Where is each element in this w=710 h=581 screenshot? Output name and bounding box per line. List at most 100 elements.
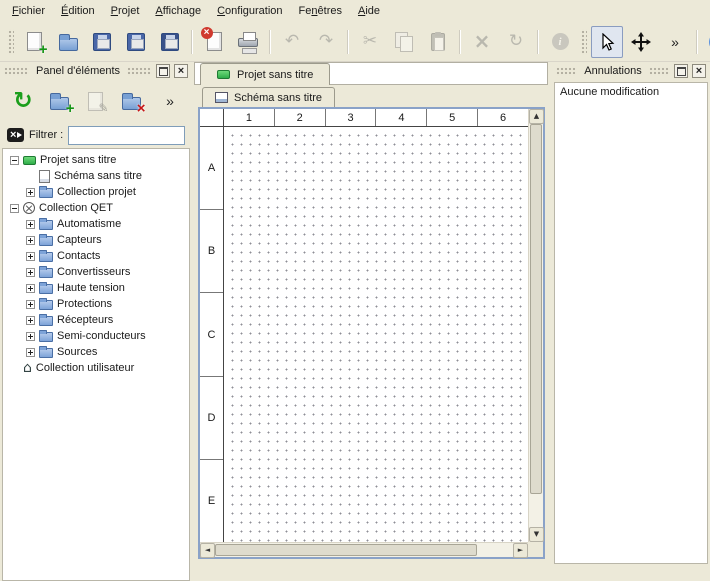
vertical-scrollbar[interactable]	[528, 109, 543, 542]
schema-tab-label: Schéma sans titre	[234, 92, 322, 104]
elements-panel: Panel d'éléments » Filtrer : Projet sans	[0, 62, 192, 581]
select-tool-button[interactable]	[591, 26, 623, 58]
collapse-expander-icon[interactable]	[10, 156, 19, 165]
close-panel-button[interactable]	[174, 64, 188, 78]
expand-expander-icon[interactable]	[26, 252, 35, 261]
reload-collections-button[interactable]	[5, 83, 41, 119]
tree-item-haute-tension[interactable]: Haute tension	[3, 280, 189, 296]
expand-expander-icon[interactable]	[26, 268, 35, 277]
close-file-button[interactable]	[198, 26, 230, 58]
tree-item-recepteurs[interactable]: Récepteurs	[3, 312, 189, 328]
tree-item-semi-conducteurs[interactable]: Semi-conducteurs	[3, 328, 189, 344]
expand-expander-icon[interactable]	[26, 316, 35, 325]
scroll-right-button[interactable]	[513, 543, 528, 558]
scroll-down-button[interactable]	[529, 527, 544, 542]
tree-item-label: Protections	[57, 298, 112, 310]
dock-grip[interactable]	[127, 67, 152, 76]
expand-expander-icon[interactable]	[26, 188, 35, 197]
project-tab-label: Projet sans titre	[237, 69, 313, 81]
tree-item-automatisme[interactable]: Automatisme	[3, 216, 189, 232]
collapse-expander-icon[interactable]	[10, 204, 19, 213]
tree-item-projet-sans-titre[interactable]: Projet sans titre	[3, 152, 189, 168]
expand-expander-icon[interactable]	[26, 348, 35, 357]
vertical-scrollbar-thumb[interactable]	[530, 124, 542, 494]
undo-button[interactable]	[276, 26, 308, 58]
folder-icon	[39, 316, 53, 326]
float-panel-button[interactable]	[156, 64, 170, 78]
rotate-button[interactable]	[500, 26, 532, 58]
dock-grip[interactable]	[649, 67, 670, 76]
toolbar-overflow-button[interactable]: »	[659, 26, 691, 58]
expand-expander-icon[interactable]	[26, 236, 35, 245]
about-info-button[interactable]	[703, 26, 710, 58]
save-button[interactable]	[86, 26, 118, 58]
horizontal-scrollbar-thumb[interactable]	[215, 544, 477, 556]
tree-item-collection-utilisateur[interactable]: Collection utilisateur	[3, 360, 189, 376]
toolbar-grip-handle[interactable]	[580, 29, 587, 55]
float-panel-button[interactable]	[674, 64, 688, 78]
redo-button[interactable]	[310, 26, 342, 58]
delete-category-button[interactable]	[113, 83, 149, 119]
menu-fenetres[interactable]: Fenêtres	[291, 1, 350, 21]
expand-expander-icon[interactable]	[26, 300, 35, 309]
folder-icon	[39, 348, 53, 358]
save-all-button[interactable]	[154, 26, 186, 58]
elements-panel-titlebar[interactable]: Panel d'éléments	[0, 62, 192, 80]
undo-panel-titlebar[interactable]: Annulations	[552, 62, 710, 80]
menu-projet[interactable]: Projet	[103, 1, 148, 21]
save-as-button[interactable]	[120, 26, 152, 58]
element-info-button[interactable]	[544, 26, 576, 58]
tree-item-convertisseurs[interactable]: Convertisseurs	[3, 264, 189, 280]
pan-tool-button[interactable]	[625, 26, 657, 58]
scroll-up-button[interactable]	[529, 109, 544, 124]
qet-collection-icon	[23, 202, 35, 214]
menu-configuration[interactable]: Configuration	[209, 1, 290, 21]
print-button[interactable]	[232, 26, 264, 58]
close-panel-button[interactable]	[692, 64, 706, 78]
undo-history-list[interactable]: Aucune modification	[554, 82, 708, 564]
clear-filter-icon[interactable]	[7, 128, 24, 142]
redo-icon	[319, 33, 333, 50]
close-file-icon	[207, 32, 222, 51]
menu-bar: Fichier Édition Projet Affichage Configu…	[0, 0, 710, 22]
expand-expander-icon[interactable]	[26, 220, 35, 229]
toolbar-separator	[459, 30, 461, 54]
menu-edition[interactable]: Édition	[53, 1, 103, 21]
tree-item-label: Récepteurs	[57, 314, 113, 326]
edit-element-button[interactable]	[77, 83, 113, 119]
diagram-canvas[interactable]	[225, 128, 528, 542]
copy-button[interactable]	[388, 26, 420, 58]
tree-item-contacts[interactable]: Contacts	[3, 248, 189, 264]
tab-schema-sans-titre[interactable]: Schéma sans titre	[202, 87, 335, 107]
tree-item-sources[interactable]: Sources	[3, 344, 189, 360]
cut-button[interactable]	[354, 26, 386, 58]
tree-item-protections[interactable]: Protections	[3, 296, 189, 312]
tree-item-label: Contacts	[57, 250, 100, 262]
new-category-button[interactable]	[41, 83, 77, 119]
project-icon	[217, 70, 230, 79]
dock-grip[interactable]	[556, 67, 577, 76]
menu-aide[interactable]: Aide	[350, 1, 388, 21]
panel-toolbar-overflow-button[interactable]: »	[154, 85, 186, 117]
expand-expander-icon[interactable]	[26, 284, 35, 293]
menu-fichier[interactable]: Fichier	[4, 1, 53, 21]
tree-item-collection-qet[interactable]: Collection QET	[3, 200, 189, 216]
new-document-button[interactable]	[18, 26, 50, 58]
scroll-left-button[interactable]	[200, 543, 215, 558]
folder-icon	[39, 252, 53, 262]
toolbar-grip-handle[interactable]	[7, 29, 14, 55]
menu-affichage[interactable]: Affichage	[147, 1, 209, 21]
folder-icon	[39, 188, 53, 198]
tree-item-capteurs[interactable]: Capteurs	[3, 232, 189, 248]
horizontal-scrollbar[interactable]	[200, 542, 528, 557]
printer-icon	[238, 38, 258, 47]
dock-grip[interactable]	[4, 67, 29, 76]
expand-expander-icon[interactable]	[26, 332, 35, 341]
filter-input[interactable]	[68, 126, 185, 145]
tab-projet-sans-titre[interactable]: Projet sans titre	[200, 63, 330, 85]
open-project-button[interactable]	[52, 26, 84, 58]
paste-button[interactable]	[422, 26, 454, 58]
tree-item-schema-sans-titre[interactable]: Schéma sans titre	[3, 168, 189, 184]
delete-button[interactable]	[466, 26, 498, 58]
tree-item-collection-projet[interactable]: Collection projet	[3, 184, 189, 200]
